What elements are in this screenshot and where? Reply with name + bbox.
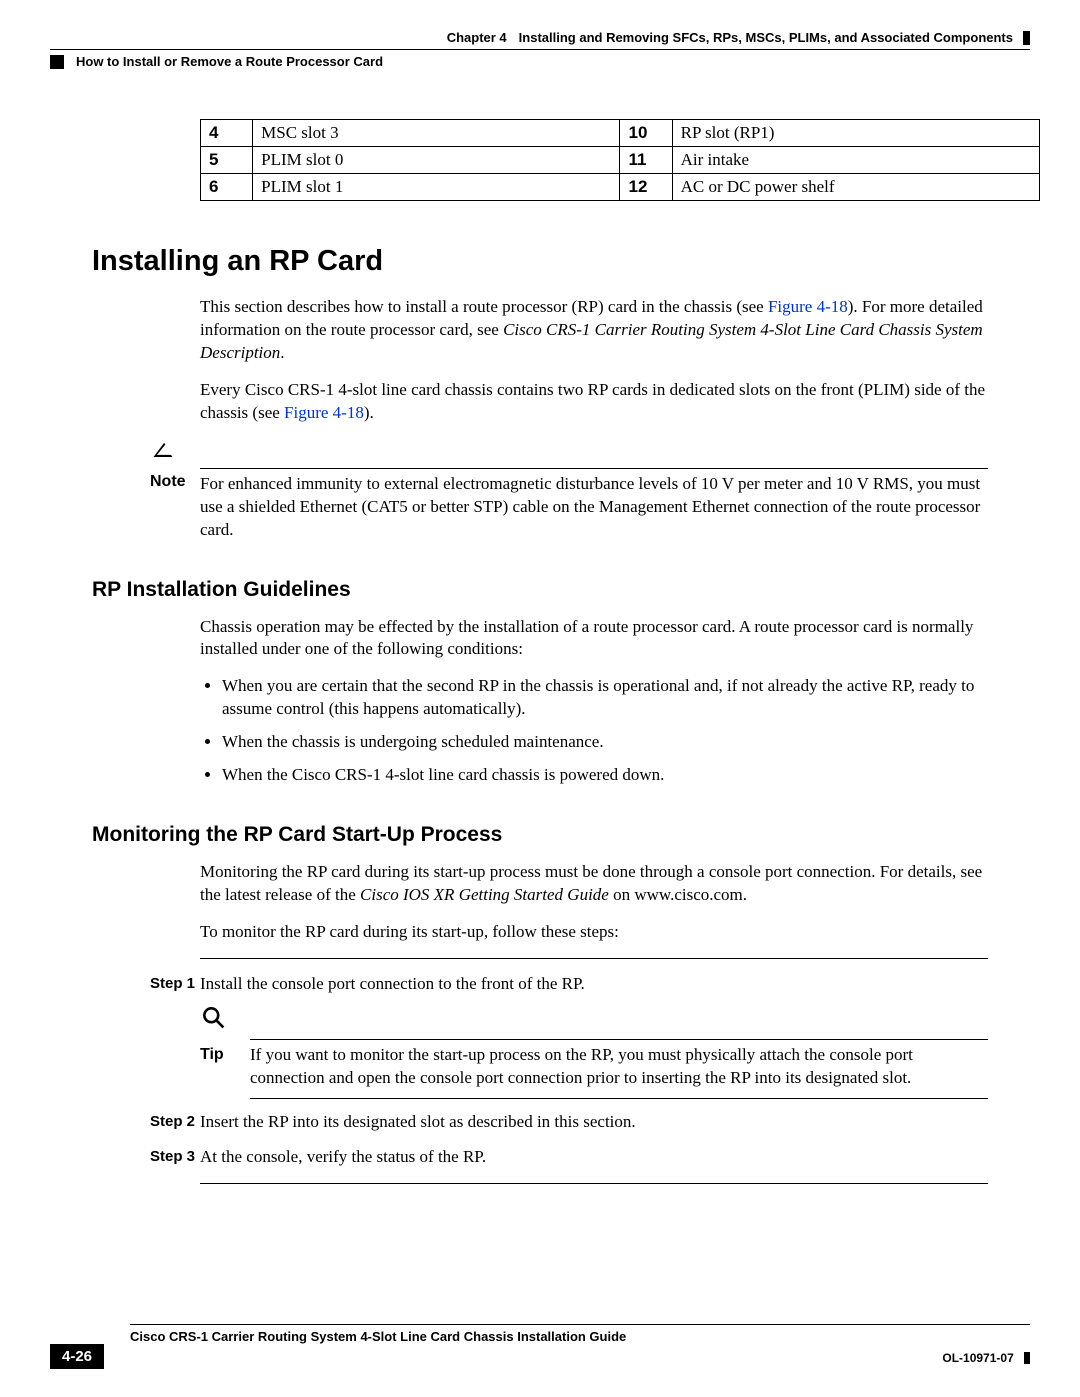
step-text: Insert the RP into its designated slot a… [200, 1111, 988, 1134]
note-icon [150, 439, 988, 466]
table-row: 5 PLIM slot 0 11 Air intake [201, 147, 1040, 174]
tip-icon [200, 1004, 988, 1037]
cell-num: 11 [620, 147, 672, 174]
note-label: Note [150, 473, 200, 542]
cell-num: 12 [620, 174, 672, 201]
page-header: Chapter 4 Installing and Removing SFCs, … [50, 30, 1030, 45]
paragraph: Every Cisco CRS-1 4-slot line card chass… [200, 379, 988, 425]
bullet-list: When you are certain that the second RP … [200, 675, 988, 787]
step-3: Step 3 At the console, verify the status… [150, 1146, 988, 1169]
figure-link[interactable]: Figure 4-18 [768, 297, 848, 316]
cell-num: 6 [201, 174, 253, 201]
page-footer: Cisco CRS-1 Carrier Routing System 4-Slo… [50, 1324, 1030, 1369]
step-1: Step 1 Install the console port connecti… [150, 973, 988, 1099]
tip-label: Tip [200, 1044, 250, 1090]
cell-desc: MSC slot 3 [253, 120, 620, 147]
paragraph: To monitor the RP card during its start-… [200, 921, 988, 944]
tip-text: If you want to monitor the start-up proc… [250, 1044, 988, 1090]
cell-desc: RP slot (RP1) [672, 120, 1039, 147]
cell-desc: Air intake [672, 147, 1039, 174]
paragraph: This section describes how to install a … [200, 296, 988, 365]
section-title-installing: Installing an RP Card [92, 245, 1030, 278]
doc-id: OL-10971-07 [942, 1351, 1013, 1365]
step-label: Step 3 [150, 1146, 200, 1169]
step-label: Step 2 [150, 1111, 200, 1134]
horizontal-rule [200, 1183, 988, 1184]
cell-desc: PLIM slot 1 [253, 174, 620, 201]
cell-desc: PLIM slot 0 [253, 147, 620, 174]
subheader-text: How to Install or Remove a Route Process… [76, 54, 383, 69]
horizontal-rule [200, 958, 988, 959]
footer-rule [130, 1324, 1030, 1325]
paragraph: Chassis operation may be effected by the… [200, 616, 988, 662]
page-subheader: How to Install or Remove a Route Process… [50, 49, 1030, 69]
cell-num: 4 [201, 120, 253, 147]
cell-desc: AC or DC power shelf [672, 174, 1039, 201]
footer-guide-title: Cisco CRS-1 Carrier Routing System 4-Slo… [130, 1329, 1030, 1344]
figure-link[interactable]: Figure 4-18 [284, 403, 364, 422]
table-row: 4 MSC slot 3 10 RP slot (RP1) [201, 120, 1040, 147]
footer-end-mark [1024, 1352, 1030, 1364]
step-text: At the console, verify the status of the… [200, 1146, 988, 1169]
subsection-title-guidelines: RP Installation Guidelines [92, 578, 1030, 602]
slot-table: 4 MSC slot 3 10 RP slot (RP1) 5 PLIM slo… [200, 119, 1040, 201]
italic-ref: Cisco IOS XR Getting Started Guide [360, 885, 609, 904]
paragraph: Monitoring the RP card during its start-… [200, 861, 988, 907]
step-2: Step 2 Insert the RP into its designated… [150, 1111, 988, 1134]
list-item: When you are certain that the second RP … [222, 675, 988, 721]
page-number: 4-26 [50, 1344, 104, 1369]
table-row: 6 PLIM slot 1 12 AC or DC power shelf [201, 174, 1040, 201]
step-label: Step 1 [150, 973, 200, 1099]
tip-rule-bottom [250, 1098, 988, 1099]
list-item: When the chassis is undergoing scheduled… [222, 731, 988, 754]
subsection-title-monitoring: Monitoring the RP Card Start-Up Process [92, 823, 1030, 847]
note-block: Note For enhanced immunity to external e… [150, 439, 988, 542]
list-item: When the Cisco CRS-1 4-slot line card ch… [222, 764, 988, 787]
tip-rule-top [250, 1039, 988, 1040]
header-end-mark [1023, 31, 1030, 45]
chapter-label: Chapter 4 [447, 30, 507, 45]
cell-num: 10 [620, 120, 672, 147]
subheader-mark [50, 55, 64, 69]
step-text: Install the console port connection to t… [200, 973, 988, 996]
note-rule [200, 468, 988, 469]
chapter-title: Installing and Removing SFCs, RPs, MSCs,… [519, 30, 1013, 45]
note-text: For enhanced immunity to external electr… [200, 473, 988, 542]
cell-num: 5 [201, 147, 253, 174]
